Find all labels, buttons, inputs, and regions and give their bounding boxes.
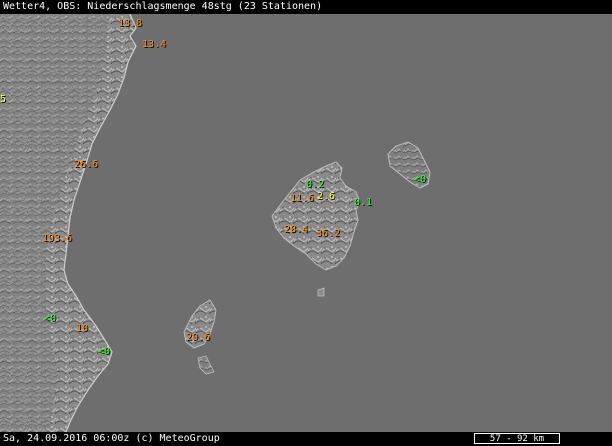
station-value: <0 (98, 346, 111, 357)
map-area[interactable]: 13.8 13.4 5 26.6 19 3.6 <0 10 <0 29.6 0.… (0, 14, 612, 432)
map-viewer: Wetter4, OBS: Niederschlagsmenge 48stg (… (0, 0, 612, 446)
station-value: 13.4 (142, 39, 167, 50)
station-value: 5 (0, 94, 7, 105)
station-value: <0 (44, 313, 57, 324)
station-value: <0 (414, 174, 427, 185)
scale-bar: 57 - 92 km (474, 433, 560, 444)
station-value: 36.2 (316, 228, 341, 239)
station-value: 29.6 (186, 332, 211, 343)
formentera-island (197, 355, 215, 375)
station-value: 26.6 (74, 159, 99, 170)
station-value: 13.8 (118, 18, 143, 29)
station-value: 10 (76, 323, 89, 334)
map-terrain (0, 14, 431, 432)
station-value: 2.6 (317, 191, 336, 202)
station-value: 3.6 (54, 233, 73, 244)
station-value: 28.4 (284, 224, 309, 235)
station-value: 19 (42, 233, 55, 244)
station-value: 11.6 (290, 193, 315, 204)
station-value: 0.1 (354, 197, 373, 208)
map-title: Wetter4, OBS: Niederschlagsmenge 48stg (… (0, 0, 612, 14)
station-value: 0.2 (306, 179, 325, 190)
status-bar: Sa, 24.09.2016 06:00z (c) MeteoGroup 57 … (0, 432, 612, 446)
cabrera-island (317, 287, 325, 297)
timestamp: Sa, 24.09.2016 06:00z (c) MeteoGroup (3, 433, 220, 444)
